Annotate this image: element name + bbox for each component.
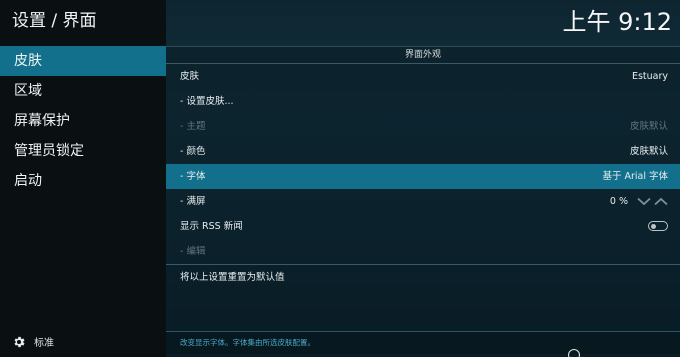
spin-control[interactable] [637,197,668,206]
section-header: 界面外观 [166,47,680,64]
setting-value: 皮肤默认 [629,146,668,157]
setting-row-theme: - 主题 皮肤默认 [166,114,680,139]
setting-label: - 编辑 [180,246,206,257]
help-bar: 改变显示字体。字体集由所选皮肤配置。 [166,331,680,354]
setting-label: 皮肤 [180,71,200,82]
sidebar-item-region[interactable]: 区域 [0,76,166,106]
setting-label: - 字体 [180,171,206,182]
setting-label: 显示 RSS 新闻 [180,221,243,232]
sidebar-list: 皮肤 区域 屏幕保护 管理员锁定 启动 [0,46,166,196]
help-text: 改变显示字体。字体集由所选皮肤配置。 [180,338,315,347]
setting-row-zoom[interactable]: - 满屏 0 % [166,189,680,214]
mouse-pointer-icon [568,349,580,357]
setting-row-colors[interactable]: - 颜色 皮肤默认 [166,139,680,164]
kodi-settings-window: 设置 / 界面 皮肤 区域 屏幕保护 管理员锁定 启动 标准 上午 9:12 界… [0,0,680,357]
chevron-up-icon[interactable] [654,197,668,206]
main-area: 上午 9:12 界面外观 皮肤 Estuary - 设置皮肤... - 主题 皮… [166,0,680,357]
setting-value: Estuary [631,71,668,82]
sidebar-item-screensaver[interactable]: 屏幕保护 [0,106,166,136]
rss-toggle[interactable] [648,221,668,231]
sidebar-item-master-lock[interactable]: 管理员锁定 [0,136,166,166]
setting-label: - 主题 [180,121,206,132]
setting-value: 皮肤默认 [629,121,668,132]
clock: 上午 9:12 [562,8,672,36]
sidebar: 设置 / 界面 皮肤 区域 屏幕保护 管理员锁定 启动 标准 [0,0,166,357]
setting-row-rss[interactable]: 显示 RSS 新闻 [166,214,680,239]
gear-icon [12,335,26,349]
page-title: 设置 / 界面 [12,11,97,31]
reset-defaults-button[interactable]: 将以上设置重置为默认值 [166,265,680,290]
setting-row-font[interactable]: - 字体 基于 Arial 字体 [166,164,680,189]
setting-label: - 设置皮肤... [180,96,234,107]
sidebar-item-skin[interactable]: 皮肤 [0,46,166,76]
settings-level-label: 标准 [34,338,54,349]
setting-row-configure-skin[interactable]: - 设置皮肤... [166,89,680,114]
settings-level-button[interactable]: 标准 [12,334,54,349]
sidebar-item-startup[interactable]: 启动 [0,166,166,196]
setting-label: - 颜色 [180,146,206,157]
settings-panel: 界面外观 皮肤 Estuary - 设置皮肤... - 主题 皮肤默认 - 颜色… [166,46,680,354]
setting-value: 基于 Arial 字体 [602,171,668,182]
setting-row-skin[interactable]: 皮肤 Estuary [166,64,680,89]
setting-label: - 满屏 [180,196,206,207]
setting-row-edit: - 编辑 [166,239,680,264]
chevron-down-icon[interactable] [637,197,651,206]
setting-value: 0 % [609,196,628,207]
